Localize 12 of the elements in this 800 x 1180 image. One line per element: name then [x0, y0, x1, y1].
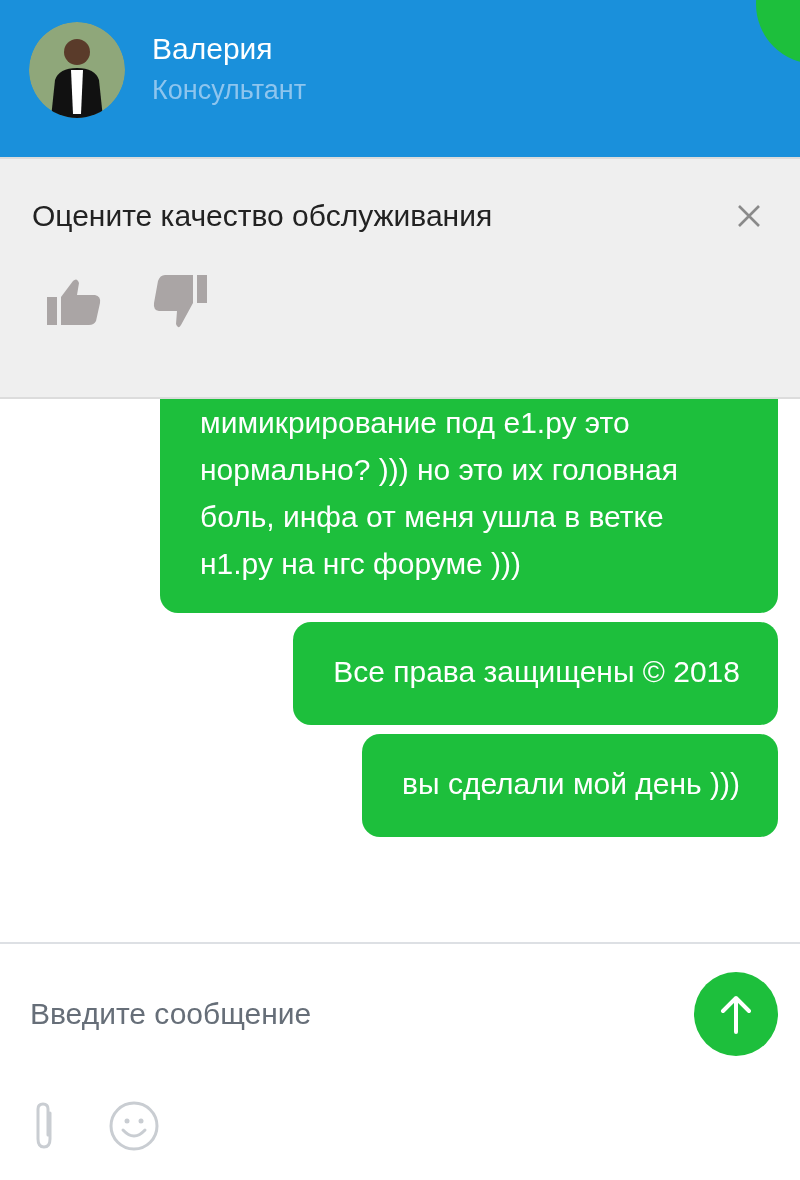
message-bubble: мимикрирование под е1.ру это нормально? ))) но это их головная боль, инфа от меня ушла в ветке н1.ру на нгс форуме ))) — [160, 399, 778, 613]
thumbs-up-icon — [45, 277, 103, 327]
arrow-up-icon — [719, 994, 753, 1034]
agent-name: Валерия — [152, 30, 274, 67]
agent-role: Консультант — [152, 73, 307, 107]
message-bubble: Все права защищены © 2018 — [293, 622, 778, 725]
emoji-button[interactable] — [108, 1100, 160, 1152]
message-bubble: вы сделали мой день ))) — [362, 734, 778, 837]
smiley-icon — [108, 1100, 160, 1152]
like-button[interactable] — [45, 277, 103, 327]
close-icon — [736, 203, 762, 229]
rating-title: Оцените качество обслуживания — [32, 199, 493, 233]
